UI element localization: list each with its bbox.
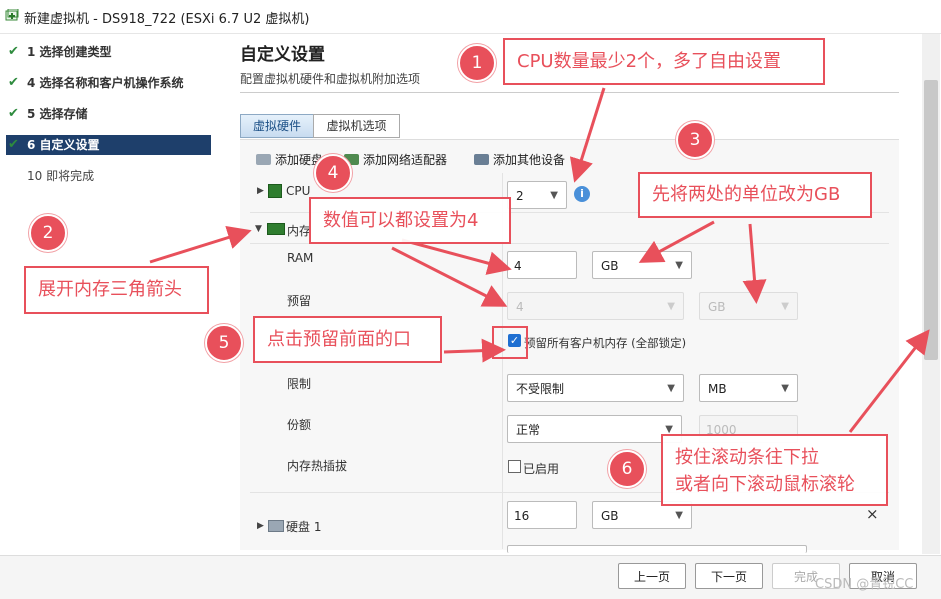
highlight-box bbox=[492, 326, 528, 359]
badge-4: 4 bbox=[314, 154, 352, 192]
badge-3: 3 bbox=[676, 121, 714, 159]
callout-6-line1: 按住滚动条往下拉 bbox=[675, 447, 819, 468]
arrow-1 bbox=[569, 87, 606, 183]
callout-2: 展开内存三角箭头 bbox=[24, 266, 209, 314]
callout-6-line2: 或者向下滚动鼠标滚轮 bbox=[675, 474, 855, 495]
arrow-3a bbox=[638, 220, 715, 263]
arrow-4b bbox=[391, 246, 508, 307]
callout-5: 点击预留前面的口 bbox=[253, 316, 442, 363]
arrow-3b bbox=[742, 223, 767, 304]
badge-5: 5 bbox=[205, 324, 243, 362]
arrow-4a bbox=[401, 238, 512, 275]
callout-1: CPU数量最少2个，多了自由设置 bbox=[503, 38, 825, 85]
badge-1: 1 bbox=[458, 44, 496, 82]
arrow-2 bbox=[149, 225, 252, 264]
callout-4: 数值可以都设置为4 bbox=[309, 197, 511, 244]
arrow-5 bbox=[443, 338, 506, 363]
badge-6: 6 bbox=[608, 450, 646, 488]
arrow-6 bbox=[848, 329, 930, 433]
badge-2: 2 bbox=[29, 214, 67, 252]
callout-6: 按住滚动条往下拉 或者向下滚动鼠标滚轮 bbox=[661, 434, 888, 506]
callout-3: 先将两处的单位改为GB bbox=[638, 172, 872, 218]
